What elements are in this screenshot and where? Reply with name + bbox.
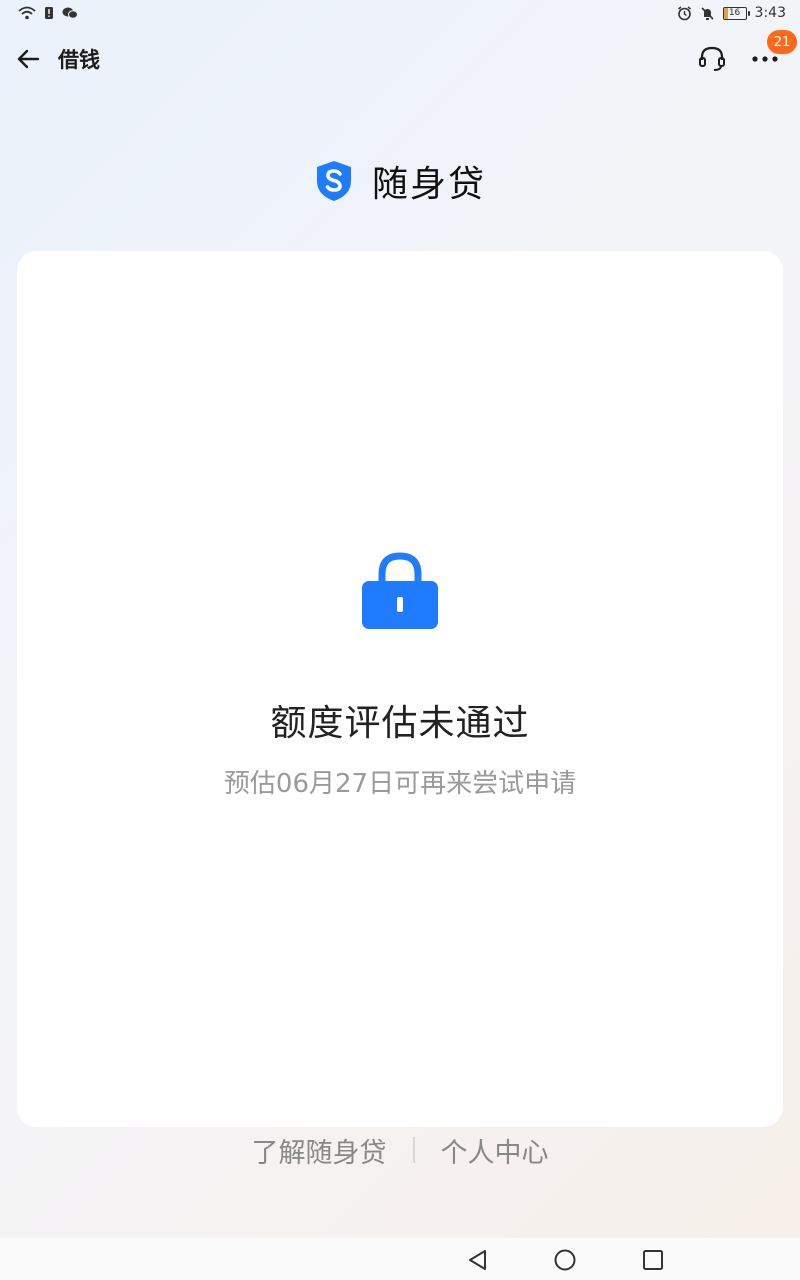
footer-divider (412, 1137, 415, 1163)
back-arrow-icon[interactable] (14, 46, 46, 72)
result-subtitle: 预估06月27日可再来尝试申请 (223, 769, 577, 799)
nav-home-icon[interactable] (552, 1247, 578, 1273)
status-bar: 16 3:43 (0, 0, 800, 32)
footer-links: 了解随身贷 个人中心 (0, 1130, 800, 1170)
profile-link[interactable]: 个人中心 (441, 1131, 549, 1170)
mute-icon (700, 6, 714, 20)
notification-badge: 21 (767, 30, 797, 54)
result-card: 额度评估未通过 预估06月27日可再来尝试申请 (17, 251, 783, 1127)
wechat-icon (62, 7, 78, 19)
title-bar: 借钱 (0, 34, 800, 84)
about-link[interactable]: 了解随身贷 (252, 1131, 387, 1170)
system-nav-bar (0, 1238, 800, 1280)
status-right-icons: 16 3:43 (677, 5, 786, 21)
headset-icon[interactable] (696, 43, 728, 75)
result-title: 额度评估未通过 (270, 703, 530, 744)
brand-header: 随身贷 (0, 155, 800, 207)
wifi-icon (18, 6, 36, 20)
status-time: 3:43 (754, 5, 786, 21)
shield-logo-icon (316, 161, 351, 201)
battery-icon: 16 (722, 6, 750, 20)
lock-icon (362, 552, 438, 629)
sim-alert-icon (45, 7, 53, 19)
nav-recents-icon[interactable] (640, 1247, 666, 1273)
status-left-icons (18, 6, 78, 20)
page-title: 借钱 (58, 48, 100, 72)
alarm-icon (677, 5, 691, 20)
brand-name: 随身贷 (371, 164, 486, 205)
battery-level: 16 (728, 7, 741, 18)
nav-back-icon[interactable] (465, 1247, 491, 1273)
